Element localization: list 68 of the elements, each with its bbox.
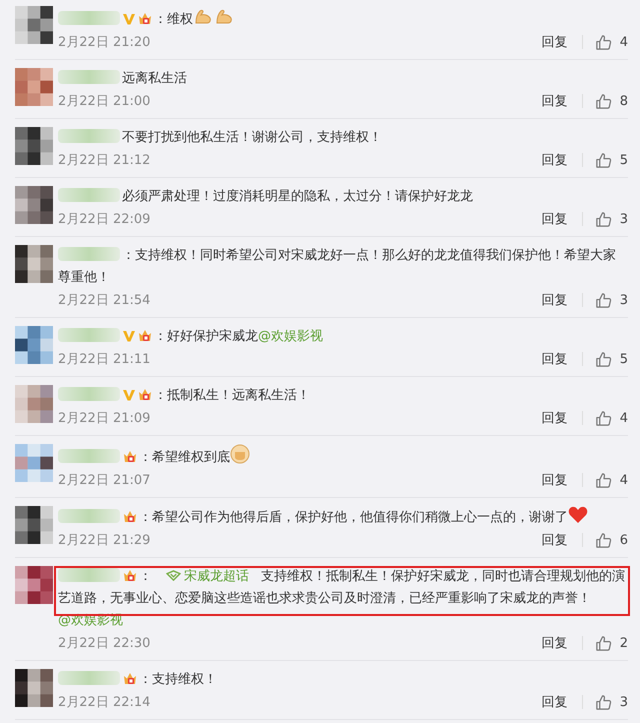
comment-time: 2月22日 21:09 (58, 410, 150, 427)
reply-link[interactable]: 回复 (542, 33, 568, 51)
comment-time: 2月22日 21:12 (58, 152, 150, 169)
comment-text: ：支持维权！同时希望公司对宋威龙好一点！那么好的龙龙值得我们保护他！希望大家尊重他！ (58, 246, 617, 287)
heart-emoji-icon (568, 506, 588, 524)
comment-text: ：希望维权到底 (58, 440, 628, 469)
comment-text: ：好好保护宋威龙@欢娱影视 (58, 322, 628, 348)
comment-text: 必须严肃处理！过度消耗明星的隐私，太过分！请保护好龙龙 (58, 182, 628, 208)
like-thumb-icon[interactable] (594, 350, 612, 368)
fist-emoji-icon (230, 444, 250, 464)
blurred-name (58, 129, 120, 143)
blurred-name (58, 11, 120, 25)
like-count: 4 (620, 34, 628, 50)
topic-icon (166, 570, 181, 581)
like-thumb-icon[interactable] (594, 634, 612, 652)
comment-text: ：支持维权！ (58, 665, 628, 691)
like-count: 2 (620, 636, 628, 650)
comment-text: ：希望公司作为他得后盾，保护好他，他值得你们稍微上心一点的，谢谢了 (58, 502, 628, 529)
like-count: 3 (620, 694, 628, 710)
comment-time: 2月22日 22:09 (58, 211, 150, 228)
like-thumb-icon[interactable] (594, 210, 612, 228)
like-count: 8 (620, 94, 628, 108)
like-count: 6 (620, 532, 628, 548)
like-thumb-icon[interactable] (594, 410, 612, 426)
comment-time: 2月22日 21:11 (58, 351, 150, 368)
like-thumb-icon[interactable] (594, 472, 612, 488)
blurred-name (58, 568, 120, 582)
comment-text: ：抵制私生！远离私生活！ (58, 381, 628, 407)
reply-link[interactable]: 回复 (542, 350, 568, 368)
blurred-name (58, 449, 120, 463)
comment-time: 2月22日 22:14 (58, 694, 150, 711)
reply-link[interactable]: 回复 (542, 693, 568, 711)
blurred-name (58, 188, 120, 202)
blurred-name (58, 387, 120, 401)
reply-link[interactable]: 回复 (542, 531, 568, 549)
comment-time: 2月22日 22:30 (58, 635, 150, 652)
reply-link[interactable]: 回复 (542, 210, 568, 228)
like-thumb-icon[interactable] (594, 92, 612, 110)
comment-text: 远离私生活 (58, 64, 628, 90)
comment-text: ：维权 (58, 2, 628, 31)
blurred-name (58, 70, 120, 84)
like-thumb-icon[interactable] (594, 152, 612, 168)
reply-link[interactable]: 回复 (542, 92, 568, 110)
comment-time: 2月22日 21:54 (58, 292, 150, 309)
like-thumb-icon[interactable] (594, 292, 612, 308)
reply-link[interactable]: 回复 (542, 634, 568, 652)
comment-text: 不要打扰到他私生活！谢谢公司，支持维权！ (58, 123, 628, 149)
like-count: 4 (620, 472, 628, 488)
like-thumb-icon[interactable] (594, 34, 612, 50)
blurred-name (58, 509, 120, 523)
reply-link[interactable]: 回复 (542, 151, 568, 169)
reply-link[interactable]: 回复 (542, 409, 568, 427)
blurred-name (58, 247, 120, 261)
comment-time: 2月22日 21:00 (58, 93, 150, 110)
blurred-name (58, 671, 120, 685)
comment-time: 2月22日 21:20 (58, 34, 150, 51)
reply-link[interactable]: 回复 (542, 471, 568, 489)
like-count: 3 (620, 212, 628, 226)
reply-link[interactable]: 回复 (542, 291, 568, 309)
like-count: 4 (620, 410, 628, 426)
comment-time: 2月22日 21:29 (58, 532, 150, 549)
like-count: 5 (620, 352, 628, 366)
like-count: 5 (620, 152, 628, 168)
blurred-name (58, 328, 120, 342)
like-count: 3 (620, 292, 628, 308)
like-thumb-icon[interactable] (594, 694, 612, 710)
like-thumb-icon[interactable] (594, 532, 612, 548)
comment-time: 2月22日 21:07 (58, 472, 150, 489)
